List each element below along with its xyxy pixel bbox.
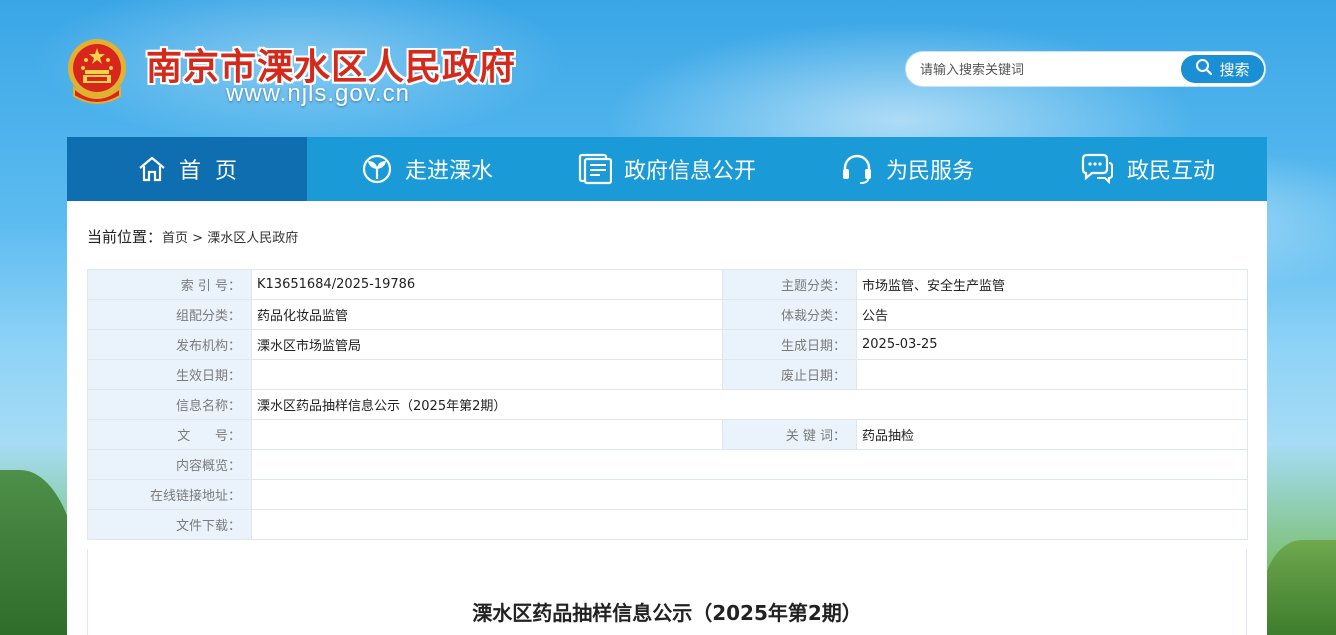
nav-item-label: 首 页 <box>179 159 237 184</box>
expire-label: 废止日期： <box>722 359 857 390</box>
summary-label: 内容概览： <box>87 449 252 480</box>
breadcrumb-home-link[interactable]: 首页 <box>162 231 188 246</box>
nav-item-public-service[interactable]: 为民服务 <box>787 137 1027 201</box>
name-label: 信息名称： <box>87 389 252 420</box>
index-label: 索 引 号： <box>87 269 252 300</box>
created-label: 生成日期： <box>722 329 857 360</box>
breadcrumb: 当前位置：首页 > 溧水区人民政府 <box>87 226 298 247</box>
breadcrumb-separator: > <box>192 231 204 246</box>
name-value: 溧水区药品抽样信息公示（2025年第2期） <box>251 389 1248 420</box>
topic-label: 主题分类： <box>722 269 857 300</box>
link-value <box>251 479 1248 510</box>
breadcrumb-current-link[interactable]: 溧水区人民政府 <box>207 231 298 246</box>
genre-label: 体裁分类： <box>722 299 857 330</box>
genre-value: 公告 <box>856 299 1248 330</box>
summary-value <box>251 449 1248 480</box>
search-box: 搜索 <box>905 51 1266 87</box>
document-icon <box>578 153 612 185</box>
group-value: 药品化妆品监管 <box>251 299 723 330</box>
main-nav: 首 页 走进溧水 政府信息公开 为民服务 政民互动 <box>67 137 1267 201</box>
national-emblem-icon <box>66 38 128 106</box>
nav-item-label: 政府信息公开 <box>623 159 756 184</box>
group-label: 组配分类： <box>87 299 252 330</box>
download-label: 文件下载： <box>87 509 252 540</box>
site-url: www.njls.gov.cn <box>226 80 410 107</box>
nav-item-home[interactable]: 首 页 <box>67 137 307 201</box>
docno-label: 文 号： <box>87 419 252 450</box>
download-value <box>251 509 1248 540</box>
table-row: 文件下载： <box>87 509 1248 540</box>
table-row: 生效日期： 废止日期： <box>87 359 1248 390</box>
search-icon <box>1195 58 1213 80</box>
nav-item-label: 为民服务 <box>885 159 974 184</box>
table-row: 内容概览： <box>87 449 1248 480</box>
effective-value <box>251 359 723 390</box>
document-body: 溧水区药品抽样信息公示（2025年第2期） <box>87 549 1247 635</box>
sprout-icon <box>361 153 393 185</box>
search-button-label: 搜索 <box>1219 60 1250 79</box>
table-row: 组配分类： 药品化妆品监管 体裁分类： 公告 <box>87 299 1248 330</box>
nav-item-label: 政民互动 <box>1126 159 1215 184</box>
search-button[interactable]: 搜索 <box>1181 55 1264 83</box>
home-icon <box>137 154 167 184</box>
nav-item-about-lishui[interactable]: 走进溧水 <box>307 137 547 201</box>
nav-item-interaction[interactable]: 政民互动 <box>1027 137 1267 201</box>
nav-item-label: 走进溧水 <box>404 159 493 184</box>
index-value: K13651684/2025-19786 <box>251 269 723 300</box>
keyword-label: 关 键 词： <box>722 419 857 450</box>
table-row: 信息名称： 溧水区药品抽样信息公示（2025年第2期） <box>87 389 1248 420</box>
expire-value <box>856 359 1248 390</box>
breadcrumb-prefix: 当前位置： <box>87 228 163 246</box>
created-value: 2025-03-25 <box>856 329 1248 360</box>
table-row: 索 引 号： K13651684/2025-19786 主题分类： 市场监管、安… <box>87 269 1248 300</box>
table-row: 发布机构： 溧水区市场监管局 生成日期： 2025-03-25 <box>87 329 1248 360</box>
keyword-value: 药品抽检 <box>856 419 1248 450</box>
headset-icon <box>840 152 874 186</box>
table-row: 在线链接地址： <box>87 479 1248 510</box>
topic-value: 市场监管、安全生产监管 <box>856 269 1248 300</box>
org-label: 发布机构： <box>87 329 252 360</box>
org-value: 溧水区市场监管局 <box>251 329 723 360</box>
effective-label: 生效日期： <box>87 359 252 390</box>
docno-value <box>251 419 723 450</box>
document-title: 溧水区药品抽样信息公示（2025年第2期） <box>472 601 862 625</box>
search-input[interactable] <box>918 56 1172 84</box>
info-table: 索 引 号： K13651684/2025-19786 主题分类： 市场监管、安… <box>87 269 1248 540</box>
content-panel: 当前位置：首页 > 溧水区人民政府 索 引 号： K13651684/2025-… <box>67 201 1267 635</box>
chat-icon <box>1079 153 1115 185</box>
nav-item-gov-info[interactable]: 政府信息公开 <box>547 137 787 201</box>
link-label: 在线链接地址： <box>87 479 252 510</box>
table-row: 文 号： 关 键 词： 药品抽检 <box>87 419 1248 450</box>
